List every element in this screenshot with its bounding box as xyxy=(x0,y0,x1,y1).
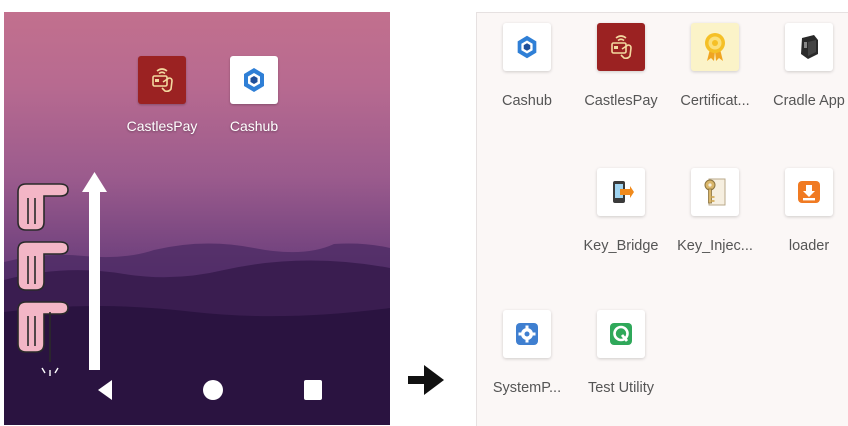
castlespay-icon xyxy=(138,56,186,104)
home-screen: CastlesPay Cashub xyxy=(4,12,390,425)
cradle-icon xyxy=(785,23,833,71)
hand-icon xyxy=(17,241,69,291)
drawer-app-test-utility[interactable]: Test Utility xyxy=(576,310,666,396)
app-label: CastlesPay xyxy=(584,93,658,109)
app-label: loader xyxy=(788,238,830,254)
swipe-up-gesture xyxy=(17,172,107,376)
recents-icon[interactable] xyxy=(302,378,324,407)
app-label: Cashub xyxy=(502,93,552,109)
cashub-icon xyxy=(503,23,551,71)
app-label: Test Utility xyxy=(587,380,655,396)
test-utility-icon xyxy=(597,310,645,358)
swipe-arrow-shaft xyxy=(89,190,100,370)
drawer-app-key-injector[interactable]: Key_Injec... xyxy=(670,168,760,254)
drawer-app-cashub[interactable]: Cashub xyxy=(482,23,572,109)
key-injector-icon xyxy=(691,168,739,216)
drawer-app-cradle[interactable]: Cradle App xyxy=(764,23,848,109)
drawer-app-key-bridge[interactable]: Key_Bridge xyxy=(576,168,666,254)
back-icon[interactable] xyxy=(94,378,116,407)
app-label: Key_Bridge xyxy=(583,238,659,254)
app-drawer: Cashub CastlesPay Certificat... Cradle A… xyxy=(476,12,848,426)
hand-icon xyxy=(17,301,69,362)
app-label: Certificat... xyxy=(680,93,750,109)
loader-icon xyxy=(785,168,833,216)
app-label: SystemP... xyxy=(492,380,562,396)
certificate-icon xyxy=(691,23,739,71)
castlespay-icon xyxy=(597,23,645,71)
settings-icon xyxy=(503,310,551,358)
home-app-castlespay[interactable]: CastlesPay xyxy=(117,56,207,134)
key-bridge-icon xyxy=(597,168,645,216)
home-app-cashub[interactable]: Cashub xyxy=(209,56,299,134)
app-label: Key_Injec... xyxy=(677,238,753,254)
cashub-icon xyxy=(230,56,278,104)
navigation-bar xyxy=(4,370,390,425)
drawer-app-system-parameters[interactable]: SystemP... xyxy=(482,310,572,396)
drawer-app-loader[interactable]: loader xyxy=(764,168,848,254)
home-icon[interactable] xyxy=(201,378,225,407)
app-label: CastlesPay xyxy=(126,118,198,134)
drawer-app-certificate[interactable]: Certificat... xyxy=(670,23,760,109)
app-label: Cradle App xyxy=(773,93,845,109)
swipe-arrow-head xyxy=(82,172,107,192)
arrow-right-icon xyxy=(406,363,446,402)
drawer-app-castlespay[interactable]: CastlesPay xyxy=(576,23,666,109)
app-label: Cashub xyxy=(229,118,279,134)
hand-icon xyxy=(17,183,69,231)
